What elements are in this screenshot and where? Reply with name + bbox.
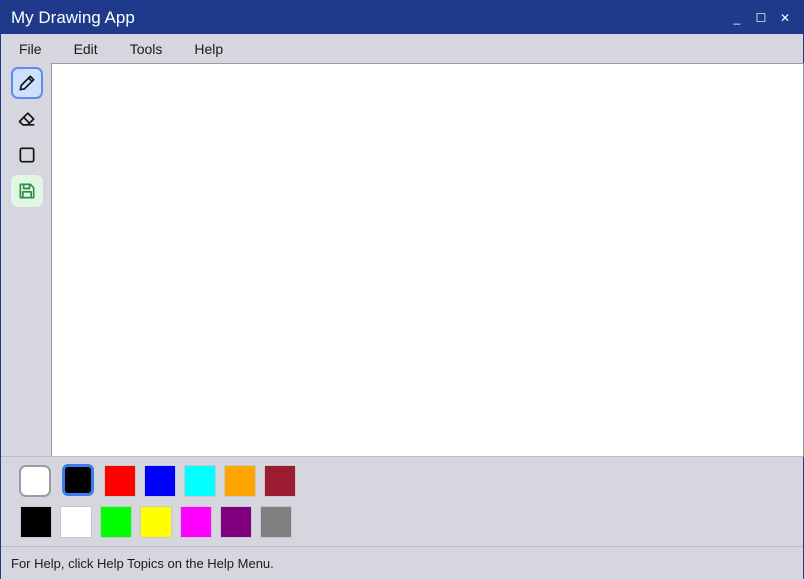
pencil-icon bbox=[19, 75, 35, 91]
pencil-tool-button[interactable] bbox=[11, 67, 43, 99]
color-swatch[interactable] bbox=[184, 465, 216, 497]
color-swatch[interactable] bbox=[60, 506, 92, 538]
title-bar: My Drawing App _ ☐ ✕ bbox=[1, 1, 803, 34]
selected-foreground-color[interactable] bbox=[62, 464, 94, 496]
window-title: My Drawing App bbox=[11, 7, 135, 27]
eraser-tool-button[interactable] bbox=[11, 103, 43, 135]
color-palette bbox=[1, 456, 803, 547]
menu-bar: File Edit Tools Help bbox=[1, 34, 803, 63]
rectangle-icon bbox=[19, 147, 35, 163]
menu-tools[interactable]: Tools bbox=[130, 41, 163, 57]
rectangle-tool-button[interactable] bbox=[11, 139, 43, 171]
app-window: My Drawing App _ ☐ ✕ File Edit Tools Hel… bbox=[0, 0, 804, 580]
color-swatch[interactable] bbox=[260, 506, 292, 538]
menu-help[interactable]: Help bbox=[194, 41, 223, 57]
menu-edit[interactable]: Edit bbox=[74, 41, 98, 57]
color-swatch[interactable] bbox=[140, 506, 172, 538]
drawing-canvas[interactable] bbox=[51, 63, 804, 457]
color-swatch[interactable] bbox=[104, 465, 136, 497]
status-text: For Help, click Help Topics on the Help … bbox=[11, 556, 274, 571]
color-swatch[interactable] bbox=[180, 506, 212, 538]
save-icon bbox=[19, 183, 35, 199]
tool-sidebar bbox=[1, 63, 49, 456]
color-swatch[interactable] bbox=[100, 506, 132, 538]
minimize-button[interactable]: _ bbox=[725, 6, 749, 30]
eraser-icon bbox=[18, 112, 35, 126]
color-swatch[interactable] bbox=[224, 465, 256, 497]
color-swatch[interactable] bbox=[264, 465, 296, 497]
color-swatch[interactable] bbox=[20, 506, 52, 538]
window-controls: _ ☐ ✕ bbox=[725, 6, 797, 30]
save-button[interactable] bbox=[11, 175, 43, 207]
color-swatch[interactable] bbox=[220, 506, 252, 538]
selected-background-color[interactable] bbox=[19, 465, 51, 497]
close-button[interactable]: ✕ bbox=[773, 6, 797, 30]
color-swatch[interactable] bbox=[144, 465, 176, 497]
status-bar: For Help, click Help Topics on the Help … bbox=[1, 546, 803, 580]
maximize-button[interactable]: ☐ bbox=[749, 6, 773, 30]
menu-file[interactable]: File bbox=[19, 41, 42, 57]
